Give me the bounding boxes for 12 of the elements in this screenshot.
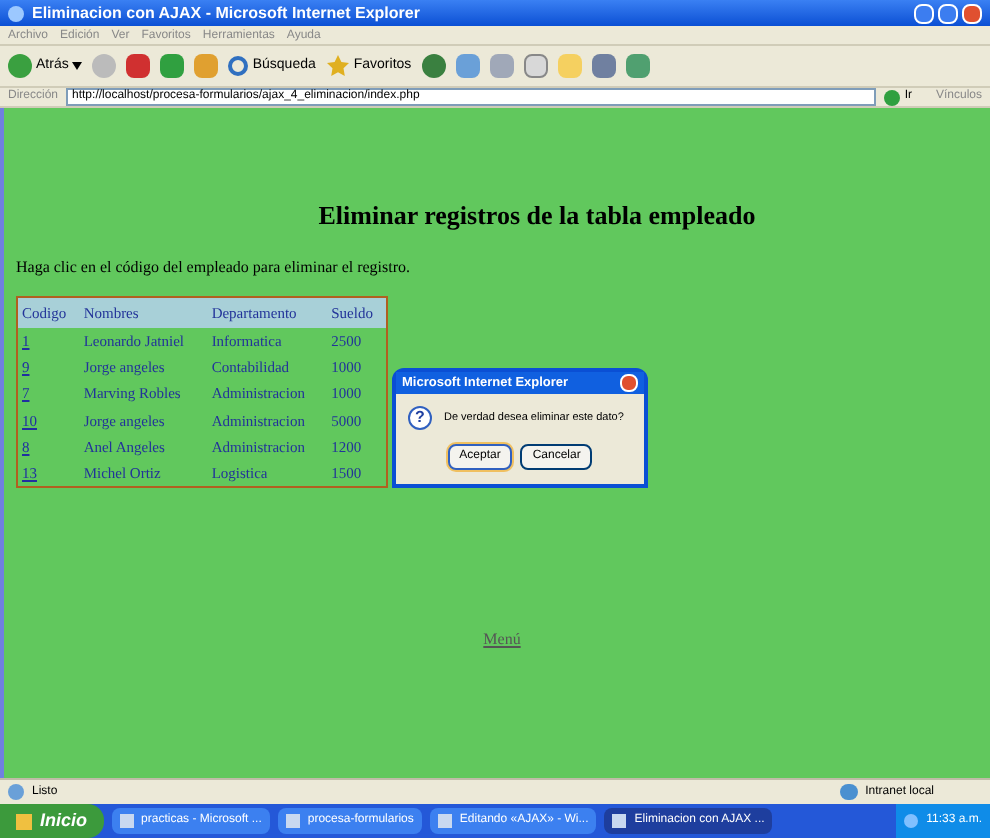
minimize-button[interactable]: [914, 3, 934, 23]
instruction-text: Haga clic en el código del empleado para eliminar el registro.: [16, 255, 413, 279]
star-icon: [325, 54, 350, 78]
close-button[interactable]: [962, 3, 982, 23]
start-button[interactable]: Inicio: [0, 804, 104, 838]
page-heading: Eliminar registros de la tabla empleado: [316, 198, 758, 234]
menu-link[interactable]: Menú: [483, 628, 521, 653]
close-button[interactable]: [620, 374, 638, 392]
question-icon: ?: [408, 406, 432, 430]
caret-icon[interactable]: [72, 62, 83, 70]
window-title: Eliminacion con AJAX - Microsoft Internet Explorer: [32, 5, 420, 21]
maximize-button[interactable]: [938, 3, 958, 23]
